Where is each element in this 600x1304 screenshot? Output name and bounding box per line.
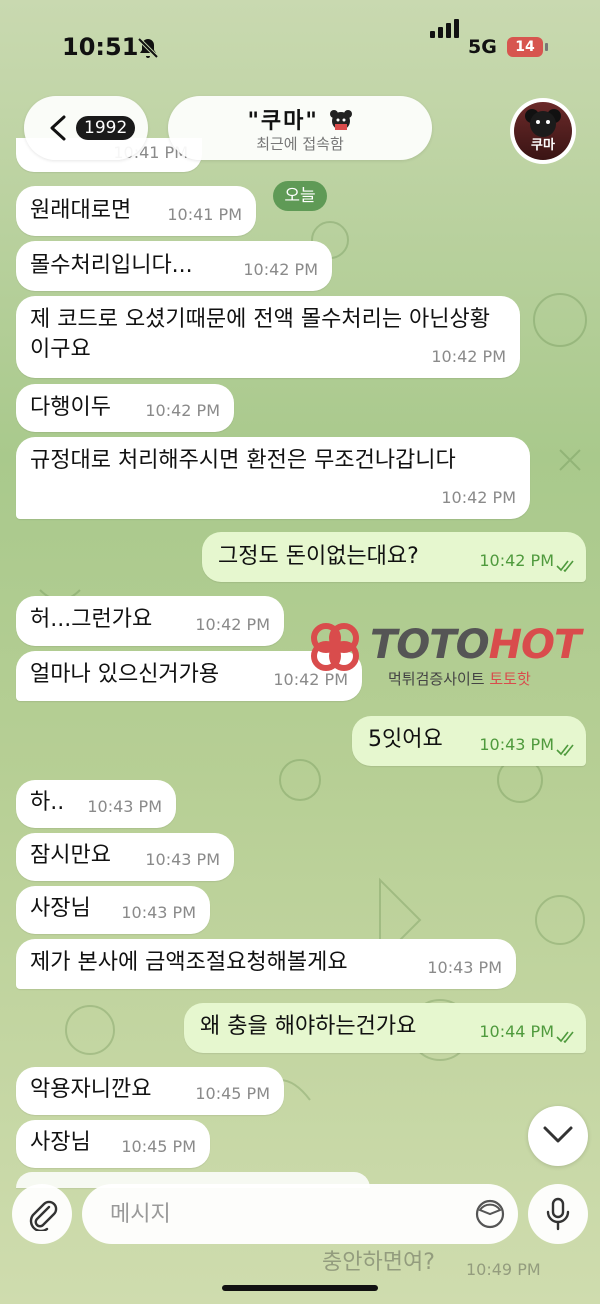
message-time: 10:43 PM	[427, 958, 502, 977]
double-check-icon	[556, 1031, 574, 1043]
message-bubble-outgoing[interactable]: 그정도 돈이없는대요? 10:42 PM	[202, 532, 586, 582]
message-text: 악용자니깐요	[30, 1077, 152, 1102]
watermark: TOTOHOT 먹튀검증사이트 토토핫	[306, 618, 596, 694]
contact-name: "쿠마"	[247, 109, 319, 134]
attach-button[interactable]	[12, 1184, 72, 1244]
watermark-brand-b: HOT	[488, 622, 582, 668]
status-time: 10:51	[62, 33, 139, 61]
message-time: 10:42 PM	[441, 488, 516, 507]
message-text: 하..	[30, 790, 65, 815]
avatar-label: 쿠마	[531, 138, 555, 153]
message-time: 10:42 PM	[145, 401, 220, 420]
sticker-icon[interactable]	[474, 1198, 506, 1230]
message-text: 왜 충을 해야하는건가요	[200, 1014, 417, 1039]
message-bubble[interactable]: 하.. 10:43 PM	[16, 780, 176, 828]
message-bubble[interactable]: 사장님 10:45 PM	[16, 1120, 210, 1168]
scroll-to-bottom-button[interactable]	[528, 1106, 588, 1166]
message-time: 10:42 PM	[431, 347, 506, 366]
message-text: 사장님	[30, 896, 91, 921]
message-text: 제가 본사에 금액조절요청해볼게요	[30, 950, 348, 975]
message-bubble[interactable]: 잠시만요 10:43 PM	[16, 833, 234, 881]
message-bubble[interactable]: 다행이두 10:42 PM	[16, 384, 234, 432]
message-text: 잠시만요	[30, 843, 111, 868]
chat-title[interactable]: "쿠마" 최근에 접속함	[168, 96, 432, 160]
double-check-icon	[556, 744, 574, 756]
watermark-sub-b: 토토핫	[489, 670, 531, 688]
message-time: 10:42 PM	[243, 260, 318, 279]
message-time: 10:43 PM	[121, 903, 196, 922]
voice-record-button[interactable]	[528, 1184, 588, 1244]
message-text: 다행이두	[30, 395, 111, 420]
message-time: 10:43 PM	[87, 797, 162, 816]
message-time: 10:42 PM	[479, 551, 554, 570]
brand-logo-icon	[311, 623, 359, 671]
message-time: 10:45 PM	[195, 1084, 270, 1103]
message-text: 5잇어요	[368, 727, 443, 752]
last-seen-status: 최근에 접속함	[256, 135, 344, 153]
watermark-brand-a: TOTO	[370, 622, 490, 668]
date-separator: 오늘	[273, 181, 327, 211]
message-bubble-outgoing[interactable]: 5잇어요 10:43 PM	[352, 716, 586, 766]
watermark-sub-a: 먹튀검증사이트	[388, 670, 490, 688]
message-input[interactable]	[82, 1184, 518, 1244]
message-bubble[interactable]: 규정대로 처리해주시면 환전은 무조건나갑니다 10:42 PM	[16, 437, 530, 519]
microphone-icon	[546, 1197, 570, 1231]
message-time: 10:41 PM	[167, 205, 242, 224]
message-bubble[interactable]: 몰수처리입니다... 10:42 PM	[16, 241, 332, 291]
unread-count-badge: 1992	[76, 116, 136, 140]
network-type: 5G	[468, 36, 497, 58]
message-time: 10:45 PM	[121, 1137, 196, 1156]
message-bubble[interactable]: 사장님 10:43 PM	[16, 886, 210, 934]
message-bubble[interactable]: 제 코드로 오셨기때문에 전액 몰수처리는 아닌상황이구요 10:42 PM	[16, 296, 520, 378]
status-bar: 10:51 5G 14	[0, 0, 600, 96]
message-time: 10:43 PM	[145, 850, 220, 869]
chevron-left-icon	[50, 115, 66, 141]
chevron-down-icon	[543, 1126, 573, 1143]
bell-muted-icon	[137, 37, 159, 59]
double-check-icon	[556, 560, 574, 572]
home-indicator	[222, 1285, 378, 1291]
message-time: 10:43 PM	[479, 735, 554, 754]
contact-avatar[interactable]: 쿠마	[510, 98, 576, 164]
message-text: 얼마나 있으신거가용	[30, 662, 220, 687]
message-bubble-outgoing[interactable]: 왜 충을 해야하는건가요 10:44 PM	[184, 1003, 586, 1053]
message-text: 몰수처리입니다...	[30, 253, 193, 278]
message-time: 10:44 PM	[479, 1022, 554, 1041]
message-text: 규정대로 처리해주시면 환전은 무조건나갑니다	[30, 448, 456, 473]
message-bubble[interactable]: 악용자니깐요 10:45 PM	[16, 1067, 284, 1115]
message-text: 원래대로면	[30, 198, 132, 223]
back-button[interactable]: 1992	[24, 96, 148, 160]
message-text: 허...그런가요	[30, 607, 153, 632]
battery-icon: 14	[507, 37, 548, 57]
message-bubble[interactable]: 허...그런가요 10:42 PM	[16, 596, 284, 646]
bear-emoji-icon	[329, 110, 352, 130]
message-bubble[interactable]: 제가 본사에 금액조절요청해볼게요 10:43 PM	[16, 939, 516, 989]
paperclip-icon	[29, 1200, 58, 1231]
message-text: 사장님	[30, 1130, 91, 1155]
message-text: 그정도 돈이없는대요?	[218, 544, 419, 569]
message-bubble[interactable]: 원래대로면 10:41 PM	[16, 186, 256, 236]
message-time: 10:42 PM	[195, 615, 270, 634]
